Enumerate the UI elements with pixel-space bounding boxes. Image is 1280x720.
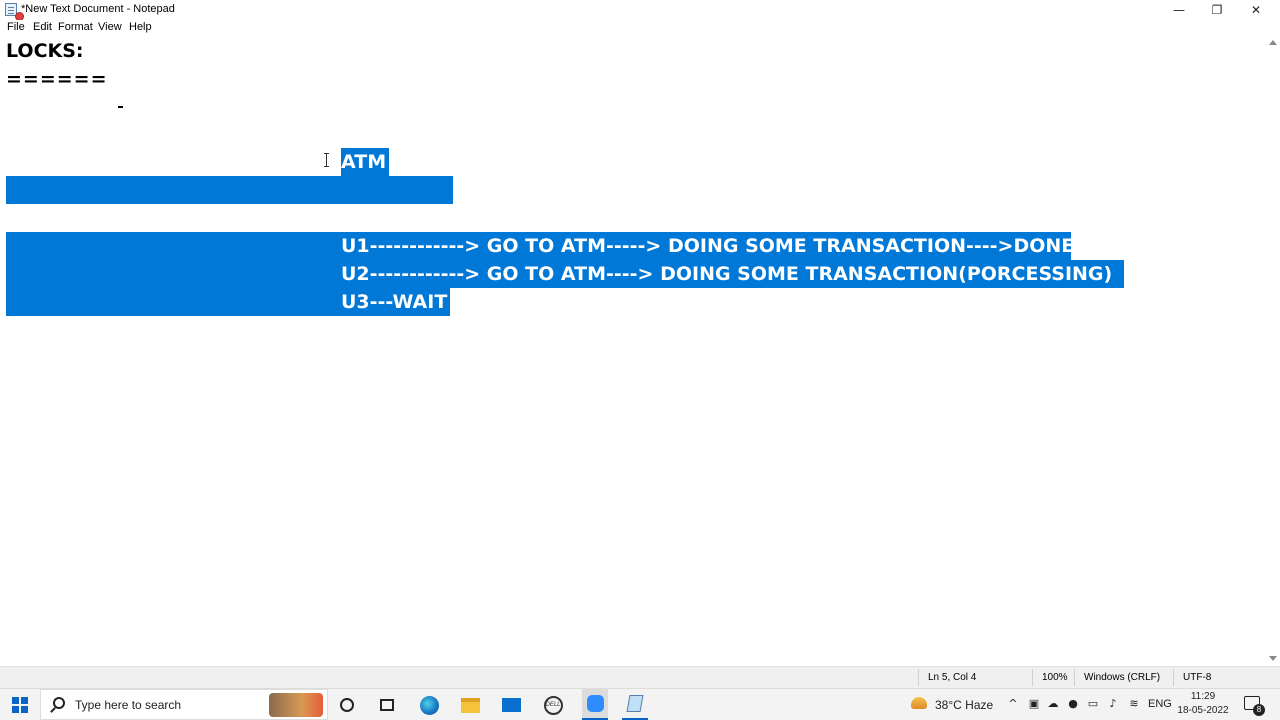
menu-format[interactable]: Format [58,21,93,33]
status-separator [918,669,919,686]
scroll-up-arrow-icon[interactable] [1269,40,1277,45]
search-placeholder: Type here to search [75,698,182,712]
menu-view[interactable]: View [98,21,122,33]
notepad-icon[interactable] [622,689,648,720]
microphone-icon[interactable]: ● [1066,697,1080,711]
language-indicator[interactable]: ENG [1148,698,1172,710]
text-line-locks: LOCKS: [6,40,84,62]
line-ending: Windows (CRLF) [1084,672,1161,683]
search-icon [53,697,65,709]
menu-help[interactable]: Help [129,21,152,33]
text-line-u3: U3---WAIT [341,291,448,313]
battery-icon[interactable]: ▭ [1086,697,1100,711]
status-separator [1173,669,1174,686]
text-editor[interactable]: LOCKS: ====== ATM U1------------> GO TO … [0,37,1265,666]
scroll-down-arrow-icon[interactable] [1269,656,1277,661]
cortana-icon[interactable] [336,694,358,716]
clock-date: 18-05-2022 [1177,705,1229,716]
mail-icon[interactable] [500,694,522,716]
text-line-u1: U1------------> GO TO ATM-----> DOING SO… [341,235,1075,257]
mouse-ibeam-cursor-icon [324,153,329,167]
menu-edit[interactable]: Edit [33,21,52,33]
status-separator [1032,669,1033,686]
zoom-icon[interactable] [582,689,608,720]
edge-icon[interactable] [418,694,440,716]
clock[interactable]: 11:29 18-05-2022 [1176,690,1230,718]
cursor-position: Ln 5, Col 4 [928,672,977,683]
title-bar: *New Text Document - Notepad — ❐ ✕ [0,0,1280,21]
task-view-icon[interactable] [376,694,398,716]
status-separator [1074,669,1075,686]
text-line-u2: U2------------> GO TO ATM----> DOING SOM… [341,263,1113,285]
file-explorer-icon[interactable] [459,694,481,716]
taskbar: Type here to search DELL 38°C Haze ^ ▣ ☁… [0,688,1280,720]
text-line-atm: ATM [341,151,387,173]
notification-count-badge: 8 [1253,704,1265,716]
volume-icon[interactable]: ♪ [1106,697,1120,711]
menu-file[interactable]: File [7,21,25,33]
window-title: *New Text Document - Notepad [21,3,175,15]
maximize-button[interactable]: ❐ [1198,0,1236,20]
encoding: UTF-8 [1183,672,1212,683]
menu-bar: File Edit Format View Help [0,20,1280,37]
close-button[interactable]: ✕ [1237,0,1275,20]
tray-app-icon[interactable]: ▣ [1027,697,1041,711]
show-hidden-icons-chevron-icon[interactable]: ^ [1006,697,1020,711]
weather-text[interactable]: 38°C Haze [935,698,993,712]
windows-start-icon[interactable] [12,697,28,713]
minimize-button[interactable]: — [1160,0,1198,20]
search-highlight-image[interactable] [269,693,323,717]
status-bar: Ln 5, Col 4 100% Windows (CRLF) UTF-8 [0,666,1280,688]
wifi-icon[interactable]: ≋ [1127,697,1141,711]
taskbar-search-box[interactable]: Type here to search [40,689,328,720]
clock-time: 11:29 [1190,691,1216,702]
onedrive-icon[interactable]: ☁ [1046,697,1060,711]
selection-highlight [6,176,453,204]
dell-icon[interactable]: DELL [542,694,564,716]
zoom-level: 100% [1042,672,1068,683]
weather-icon[interactable] [911,697,927,709]
text-line-underline: ====== [6,68,108,90]
vertical-scrollbar[interactable] [1265,37,1280,666]
dash-mark [118,106,123,108]
